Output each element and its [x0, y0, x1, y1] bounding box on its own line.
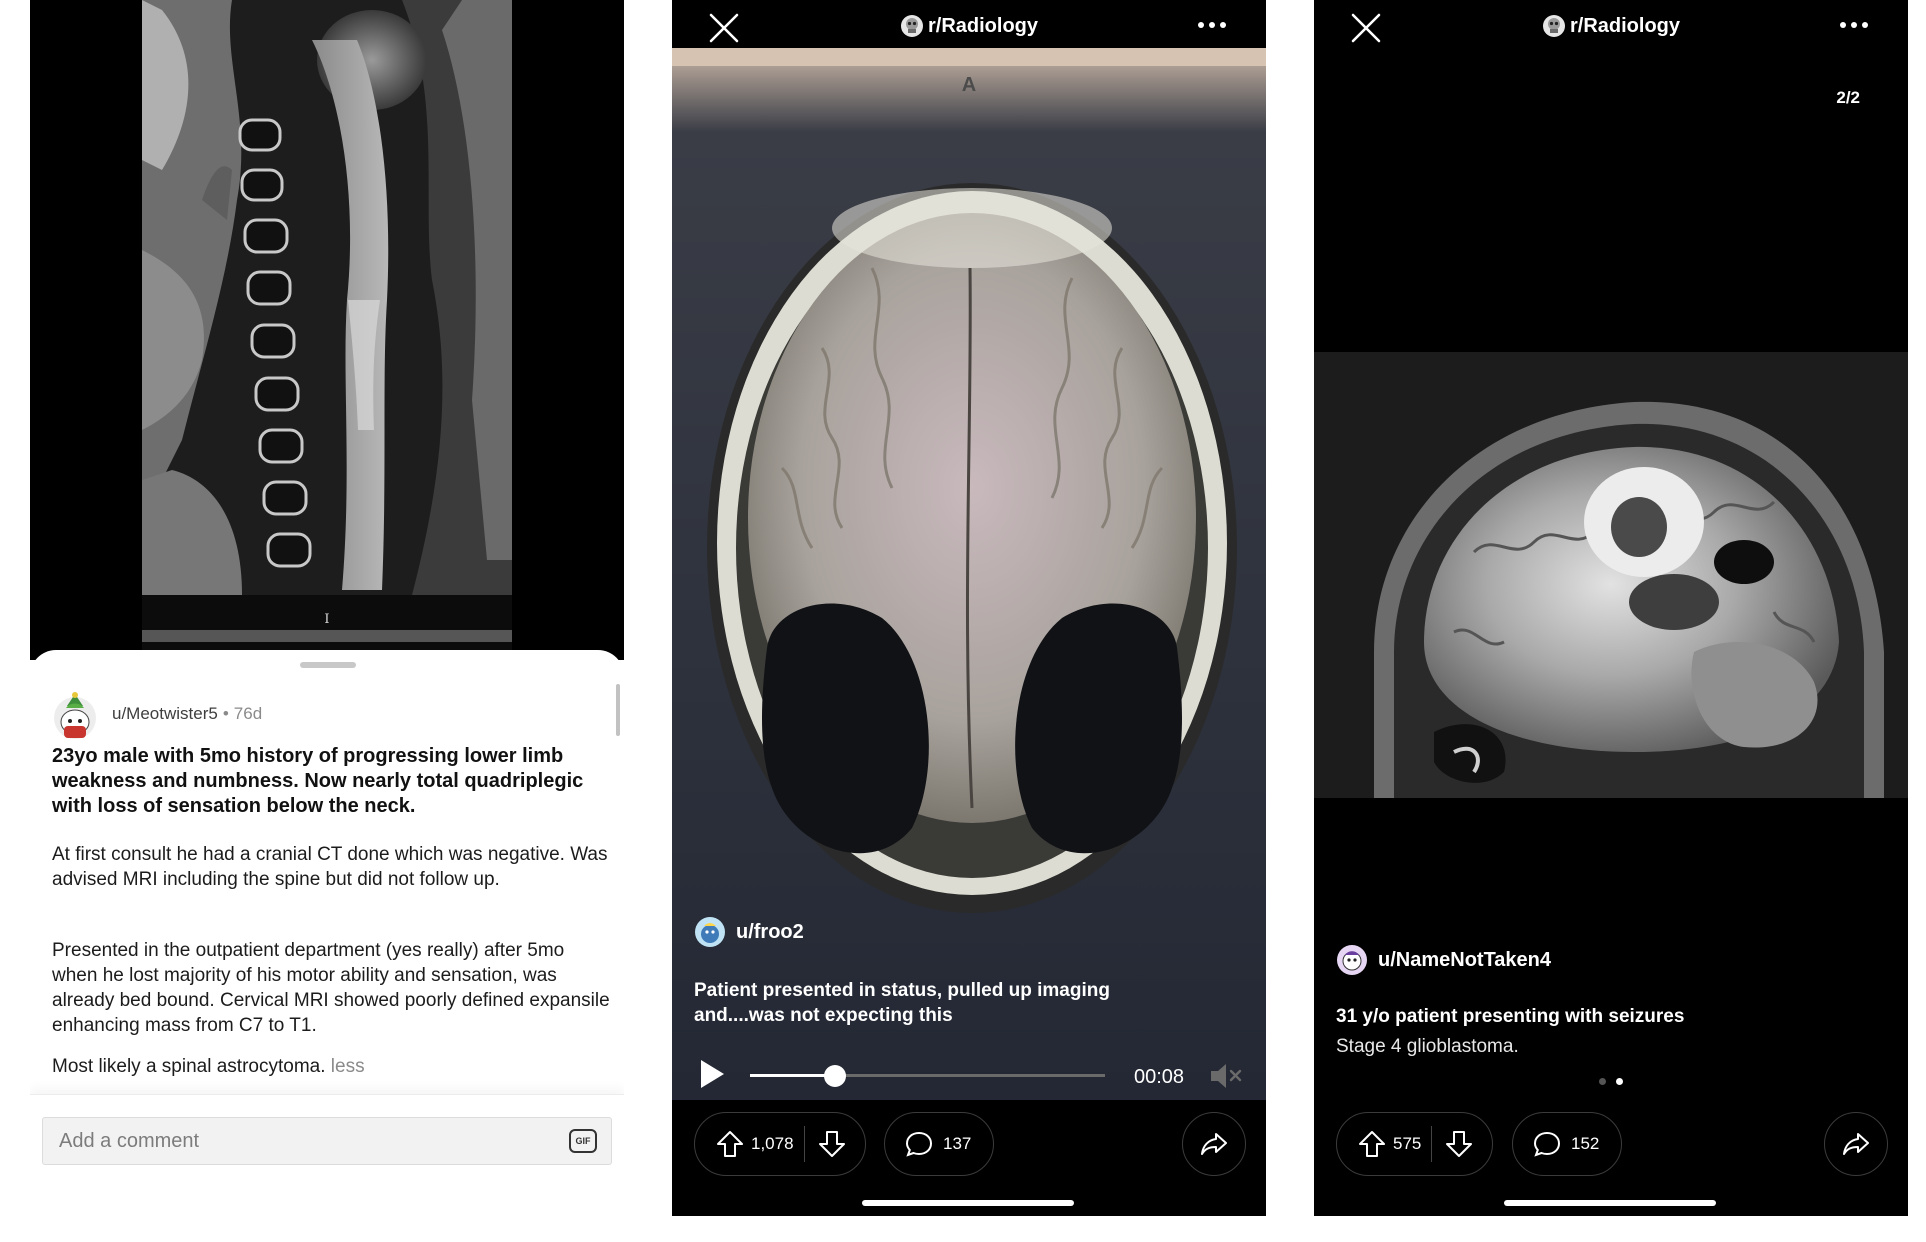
post-author-row[interactable]: u/froo2: [694, 916, 804, 948]
post-paragraph: Presented in the outpatient department (…: [52, 940, 610, 1036]
less-link[interactable]: less: [331, 1056, 365, 1077]
orientation-marker: A: [961, 74, 977, 96]
mri-image-viewer[interactable]: I: [30, 0, 624, 660]
comment-icon: [905, 1131, 933, 1157]
post-actions: 1,078 137: [694, 1112, 1246, 1176]
avatar: [695, 917, 725, 947]
top-bar: r/Radiology: [1314, 0, 1908, 48]
scrubber-progress: [750, 1074, 836, 1077]
scrollbar[interactable]: [616, 684, 620, 736]
upvote-icon[interactable]: [715, 1129, 745, 1159]
post-author-row[interactable]: u/NameNotTaken4: [1336, 944, 1551, 976]
post-author: u/froo2: [736, 920, 804, 943]
share-button[interactable]: [1824, 1112, 1888, 1176]
post-author: u/NameNotTaken4: [1378, 948, 1552, 971]
home-indicator[interactable]: [862, 1200, 1074, 1206]
video-scrubber[interactable]: [750, 1065, 1105, 1087]
subreddit-header[interactable]: r/Radiology: [672, 14, 1266, 38]
video-time: 00:08: [1134, 1066, 1185, 1088]
post-actions: 575 152: [1336, 1112, 1888, 1176]
subreddit-name: r/Radiology: [1569, 14, 1680, 37]
post-subtitle: Stage 4 glioblastoma.: [1336, 1036, 1519, 1057]
subreddit-name: r/Radiology: [927, 14, 1038, 37]
post-paragraph-text: Most likely a spinal astrocytoma.: [52, 1056, 326, 1077]
upvote-icon[interactable]: [1357, 1129, 1387, 1159]
post-paragraph-last: Most likely a spinal astrocytoma. less: [52, 1054, 612, 1079]
orientation-marker: I: [324, 612, 330, 627]
comment-count: 137: [943, 1134, 972, 1153]
panel-gallery-post: r/Radiology 2/2 u/NameNotTaken4 31 y/o p…: [1314, 0, 1908, 1216]
home-indicator[interactable]: [1504, 1200, 1716, 1206]
post-author-row: u/Meotwister5 • 76d: [52, 688, 262, 740]
upvote-count: 575: [1393, 1134, 1422, 1153]
subreddit-header[interactable]: r/Radiology: [1314, 14, 1908, 38]
coronal-brain-mri-figure: [1314, 352, 1908, 798]
post-caption: Patient presented in status, pulled up i…: [694, 980, 1110, 1026]
comment-bar: GIF: [30, 1094, 624, 1170]
vote-control: 575: [1336, 1112, 1494, 1176]
comment-icon: [1533, 1131, 1561, 1157]
vote-divider: [1431, 1126, 1433, 1162]
vote-control: 1,078: [694, 1112, 866, 1176]
meta-separator: •: [222, 704, 229, 723]
share-icon: [1201, 1133, 1227, 1155]
pager-dot[interactable]: [1599, 1078, 1606, 1085]
post-title: 31 y/o patient presenting with seizures: [1336, 1006, 1685, 1027]
comment-field[interactable]: GIF: [42, 1117, 612, 1165]
comment-count: 152: [1571, 1134, 1600, 1153]
film-edge: [142, 630, 512, 642]
upvote-count: 1,078: [751, 1134, 794, 1153]
gif-button[interactable]: GIF: [569, 1129, 597, 1153]
comments-button[interactable]: 152: [1512, 1112, 1623, 1176]
post-paragraph: At first consult he had a cranial CT don…: [52, 844, 608, 890]
more-options-icon[interactable]: [1198, 22, 1226, 28]
gallery-page-counter: 2/2: [1836, 88, 1860, 107]
share-icon: [1843, 1133, 1869, 1155]
subreddit-avatar: [1542, 15, 1565, 37]
downvote-icon[interactable]: [1444, 1129, 1474, 1159]
share-button[interactable]: [1182, 1112, 1246, 1176]
sheet-grabber[interactable]: [300, 662, 356, 668]
post-author[interactable]: u/Meotwister5: [112, 704, 218, 724]
spine-mri-figure: [142, 0, 512, 595]
spine-mri-image: I: [142, 0, 512, 650]
subreddit-avatar: [900, 15, 923, 37]
play-icon[interactable]: [698, 1058, 726, 1090]
post-title: 23yo male with 5mo history of progressin…: [52, 745, 584, 817]
pager-dot-active[interactable]: [1616, 1078, 1623, 1085]
more-options-icon[interactable]: [1840, 22, 1868, 28]
brain-mri-image[interactable]: [1314, 352, 1908, 798]
vote-divider: [803, 1126, 805, 1162]
post-sheet: u/Meotwister5 • 76d 23yo male with 5mo h…: [30, 650, 624, 1170]
comment-input[interactable]: [59, 1129, 539, 1153]
downvote-icon[interactable]: [817, 1129, 847, 1159]
panel-post-detail: I u/Meotwister5 • 76d 23yo male with 5mo…: [30, 0, 624, 1170]
panel-video-post: A r/Radiology u/froo2 Patient presented …: [672, 0, 1266, 1216]
avatar: [1337, 945, 1367, 975]
post-age: 76d: [233, 704, 263, 723]
top-bar: r/Radiology: [672, 0, 1266, 48]
avatar[interactable]: [52, 688, 98, 740]
mute-icon[interactable]: [1208, 1060, 1244, 1092]
gallery-pager[interactable]: [1314, 1078, 1908, 1085]
video-controls: 00:08: [672, 1050, 1266, 1100]
scrubber-handle[interactable]: [824, 1065, 847, 1087]
comments-button[interactable]: 137: [884, 1112, 995, 1176]
